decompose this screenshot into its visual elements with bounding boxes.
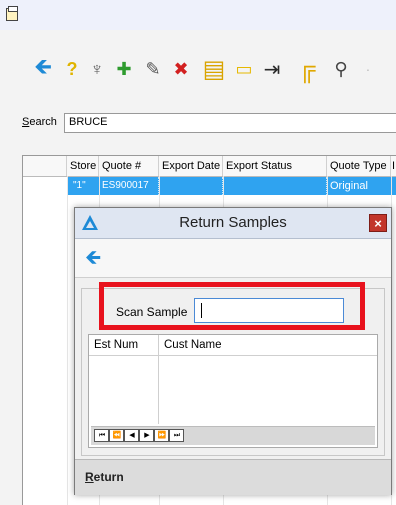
close-icon[interactable]: × <box>369 214 387 232</box>
grid-header: Store Quote # Export Date Export Status … <box>23 156 396 177</box>
main-toolbar: 🡸 ? ♆ ✚ ✎ ✖ ▤ ▭ ⇥ ╔ ⚲ · <box>0 52 396 92</box>
column-header-export-status[interactable]: Export Status <box>223 156 327 176</box>
column-divider <box>67 176 68 505</box>
column-header-quote[interactable]: Quote # <box>99 156 159 176</box>
cell-quote-type[interactable]: Original <box>327 177 396 195</box>
next-record-icon[interactable]: ▶ <box>139 429 154 442</box>
back-arrow-icon[interactable]: 🡸 <box>85 248 101 268</box>
scan-sample-highlight <box>99 282 365 330</box>
return-samples-dialog: Return Samples × 🡸 Scan Sample Est Num C… <box>74 207 392 495</box>
column-divider <box>158 335 159 424</box>
cell-quote[interactable]: ES900017 <box>99 177 159 195</box>
dialog-title: Return Samples <box>179 214 287 231</box>
delete-icon[interactable]: ✖ <box>168 52 194 86</box>
first-page-icon[interactable]: ⏮ <box>94 429 109 442</box>
export-icon[interactable]: ⇥ <box>258 52 286 86</box>
back-arrow-icon[interactable]: 🡸 <box>30 52 56 86</box>
dialog-footer: Return <box>75 459 391 495</box>
dialog-toolbar: 🡸 <box>75 239 391 278</box>
add-icon[interactable]: ✚ <box>112 52 136 86</box>
grid-navigator: ⏮ ⏪ ◀ ▶ ⏩ ⏭ <box>91 426 375 445</box>
help-icon[interactable]: ? <box>60 52 84 86</box>
column-header-export-date[interactable]: Export Date <box>159 156 223 176</box>
previous-page-icon[interactable]: ⏪ <box>109 429 124 442</box>
tools-icon[interactable]: ♆ <box>85 52 109 86</box>
search-row: Search BRUCE <box>22 113 396 133</box>
samples-grid: Est Num Cust Name ⏮ ⏪ ◀ ▶ ⏩ ⏭ <box>88 334 378 448</box>
pipeline-icon[interactable]: ╔ <box>290 52 324 86</box>
search-label: Search <box>22 116 57 128</box>
column-header-store[interactable]: Store <box>67 156 99 176</box>
clipboard-icon <box>6 6 18 21</box>
more-icon[interactable]: · <box>358 52 378 86</box>
last-page-icon[interactable]: ⏭ <box>169 429 184 442</box>
previous-record-icon[interactable]: ◀ <box>124 429 139 442</box>
column-header-more[interactable]: I <box>391 156 396 176</box>
dialog-titlebar[interactable]: Return Samples × <box>75 208 391 239</box>
return-button[interactable]: Return <box>85 470 124 484</box>
samples-grid-header: Est Num Cust Name <box>89 335 377 356</box>
search-input[interactable]: BRUCE <box>64 113 396 133</box>
row-selector-header <box>23 156 67 176</box>
note-icon[interactable]: ▭ <box>233 52 255 86</box>
next-page-icon[interactable]: ⏩ <box>154 429 169 442</box>
link-icon[interactable]: ⚲ <box>328 52 354 86</box>
report-icon[interactable]: ▤ <box>198 52 230 86</box>
table-row[interactable]: "1" ES900017 Original <box>23 177 396 195</box>
cell-export-status[interactable] <box>223 177 327 195</box>
column-header-est-num[interactable]: Est Num <box>89 335 158 355</box>
window-titlebar <box>0 0 396 30</box>
column-header-cust-name[interactable]: Cust Name <box>159 335 359 355</box>
edit-icon[interactable]: ✎ <box>140 52 166 86</box>
cell-export-date[interactable] <box>159 177 223 195</box>
column-header-quote-type[interactable]: Quote Type <box>327 156 391 176</box>
cell-store[interactable]: "1" <box>67 177 99 195</box>
